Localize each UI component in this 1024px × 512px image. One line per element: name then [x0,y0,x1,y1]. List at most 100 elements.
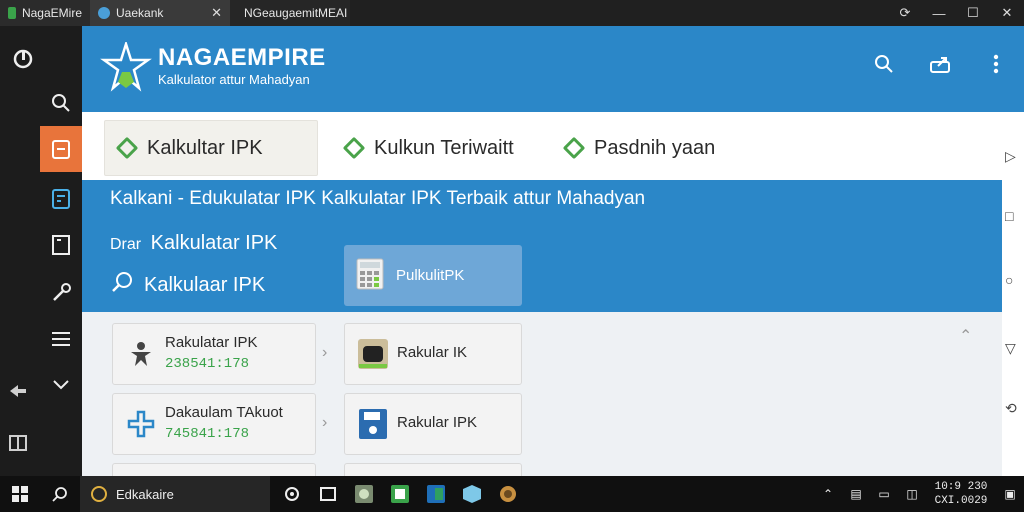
split-view-icon[interactable] [8,434,28,458]
device-icon [357,338,389,370]
card-title: Rakulatar IPK [165,334,258,351]
notifications-icon[interactable]: ▣ [996,487,1024,501]
browser-tab-1[interactable]: NagaEMire [0,0,90,26]
share-icon[interactable] [927,50,955,78]
refresh-icon[interactable]: ⟳ [888,0,922,26]
task-view-icon[interactable] [274,476,310,512]
square-icon[interactable]: □ [1005,208,1013,224]
search-icon[interactable] [870,50,898,78]
app-icon-5[interactable] [490,476,526,512]
card-value: 238541:178 [165,356,250,372]
banner-card-label: PulkulitPK [396,267,465,284]
volume-icon[interactable]: ◫ [898,487,926,501]
tab-favicon-icon [8,7,16,19]
calculator-icon [356,258,384,294]
document-icon[interactable] [40,222,82,268]
side-toolbar: ▷ □ ○ ▽ ⟲ [1002,112,1024,476]
diamond-icon [115,136,139,160]
tool-card-1[interactable]: Rakular IK [344,323,522,385]
calculator-icon[interactable] [40,176,82,222]
banner-prefix: Drar [110,236,142,253]
banner-title: Kalkani - Edukulatar IPK Kalkulatar IPK … [110,188,646,209]
plus-icon [125,408,157,440]
chevron-down-icon[interactable] [40,362,82,408]
close-button[interactable]: ✕ [990,0,1024,26]
save-icon [357,408,389,440]
tab-favicon-icon [98,7,110,19]
browser-tab-3[interactable]: NGeaugaemitMEAI [230,0,350,26]
brand-logo-icon [100,39,152,94]
diamond-icon [562,136,586,160]
result-card-1[interactable]: Rakulatar IPK 238541:178 [112,323,316,385]
app-icon-4[interactable] [454,476,490,512]
card-value: 745841:178 [165,426,250,442]
app-window: NAGAEMPIRE Kalkulator attur Mahadyan Kal… [82,26,1024,476]
app-tabs: Kalkultar IPK Kulkun Teriwaitt Pasdnih y… [82,112,1002,180]
tab-close-icon[interactable]: ✕ [211,5,222,21]
tool-card-2[interactable]: Rakular IPK [344,393,522,455]
chevron-right-icon[interactable]: › [322,414,327,432]
clock[interactable]: 10:9 230 CXI.0029 [926,480,996,508]
search-icon[interactable] [40,80,82,126]
left-rail [0,26,82,476]
clock-date: CXI.0029 [934,495,988,507]
clipboard-icon[interactable] [40,126,82,172]
circle-icon[interactable]: ○ [1005,272,1013,288]
taskbar: Edkakaire ⌃ ▤ ▭ ◫ 10:9 230 CXI.0029 ▣ [0,476,1024,512]
tab-label: NGeaugaemitMEAI [244,6,348,20]
tab-kalkulator-ipk[interactable]: Kalkultar IPK [104,120,318,176]
chevron-up-icon[interactable]: ⌃ [814,487,842,501]
tab-label: Kalkultar IPK [147,136,263,159]
tab-label: NagaEMire [21,6,82,20]
result-card-3[interactable] [112,463,316,476]
clock-time: 10:9 230 [934,481,988,493]
banner-calculator-card[interactable]: PulkulitPK [344,245,522,306]
window-controls: ⟳ — ☐ ✕ [888,0,1024,26]
more-vertical-icon[interactable] [982,50,1010,78]
result-card-2[interactable]: Dakaulam TAkuot 745841:178 [112,393,316,455]
search-icon [110,270,134,300]
app-icon-1[interactable] [346,476,382,512]
windows-start-icon[interactable] [0,476,40,512]
tab-label: Uaekank [116,6,164,20]
taskbar-search-icon[interactable] [40,476,80,512]
rotate-icon[interactable]: ⟲ [1005,400,1017,417]
file-explorer-icon[interactable] [310,476,346,512]
banner-link: Kalkulaar IPK [144,273,266,296]
cortana-icon [91,486,107,502]
wrench-icon[interactable] [40,270,82,316]
network-icon[interactable]: ▤ [842,487,870,501]
tab-label: Pasdnih yaan [594,136,716,159]
triangle-down-icon[interactable]: ▽ [1005,340,1016,357]
tab-kulkun[interactable]: Kulkun Teriwaitt [332,120,542,176]
taskbar-search-box[interactable]: Edkakaire [80,476,270,512]
minimize-button[interactable]: — [922,0,956,26]
app-icon-3[interactable] [418,476,454,512]
app-header: NAGAEMPIRE Kalkulator attur Mahadyan [82,26,1024,112]
triangle-right-icon[interactable]: ▷ [1005,148,1016,165]
back-arrow-icon[interactable] [8,382,28,405]
power-icon[interactable] [0,36,46,82]
chevron-up-icon[interactable]: ⌃ [959,326,972,346]
card-label: Rakular IK [397,344,468,361]
banner-line-2: Drar Kalkulatar IPK [110,232,277,255]
brand-name: NAGAEMPIRE [158,44,326,71]
taskbar-search-label: Edkakaire [116,486,174,502]
tab-label: Kulkun Teriwaitt [374,136,514,159]
card-title: Dakaulam TAkuot [165,404,283,421]
tool-card-3[interactable] [344,463,522,476]
tab-pasdnih[interactable]: Pasdnih yaan [552,120,752,176]
window-titlebar: NagaEMire Uaekank ✕ NGeaugaemitMEAI ⟳ — … [0,0,1024,26]
maximize-button[interactable]: ☐ [956,0,990,26]
banner-line-3[interactable]: Kalkulaar IPK [110,270,265,300]
card-label: Rakular IPK [397,414,478,431]
diamond-icon [342,136,366,160]
hero-banner: Kalkani - Edukulatar IPK Kalkulatar IPK … [82,180,1002,312]
message-icon[interactable]: ▭ [870,487,898,501]
brand-subtitle: Kalkulator attur Mahadyan [158,72,310,87]
browser-tab-2[interactable]: Uaekank ✕ [90,0,230,26]
chevron-right-icon[interactable]: › [322,344,327,362]
list-icon[interactable] [40,316,82,362]
person-icon [125,338,157,370]
app-icon-2[interactable] [382,476,418,512]
